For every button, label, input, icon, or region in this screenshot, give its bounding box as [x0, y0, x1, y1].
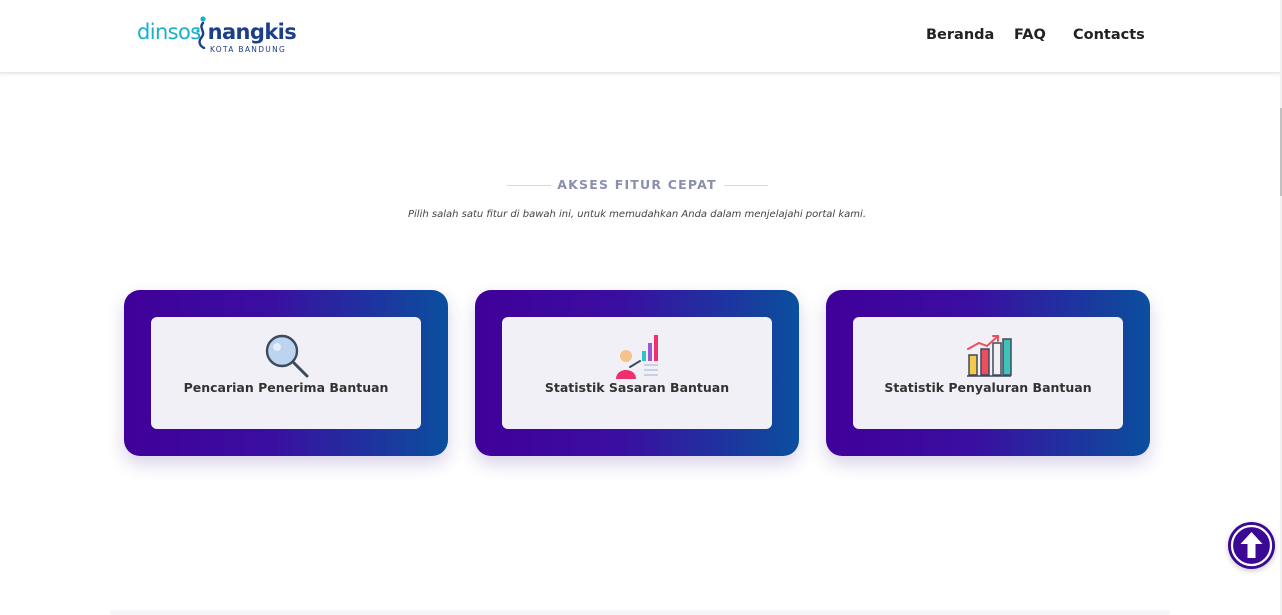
logo-subtitle: KOTA BANDUNG	[210, 45, 287, 54]
feature-card-label: Pencarian Penerima Bantuan	[183, 380, 389, 395]
statistics-person-icon	[616, 335, 658, 379]
feature-card-label: Statistik Penyaluran Bantuan	[884, 380, 1092, 395]
arrow-up-icon	[1230, 524, 1273, 567]
section-title: AKSES FITUR CEPAT	[557, 177, 717, 192]
section-subtitle: Pilih salah satu fitur di bawah ini, unt…	[407, 209, 866, 220]
main-nav: Beranda FAQ Contacts	[0, 24, 1280, 46]
footer-edge	[110, 610, 1170, 615]
magnifier-icon	[265, 334, 309, 378]
scroll-to-top-button[interactable]	[1228, 522, 1275, 569]
feature-card-statistik-penyaluran[interactable]: Statistik Penyaluran Bantuan	[826, 290, 1150, 456]
feature-card-label: Statistik Sasaran Bantuan	[544, 380, 730, 395]
feature-card-body[interactable]: Statistik Penyaluran Bantuan	[853, 317, 1123, 429]
nav-faq[interactable]: FAQ	[1014, 24, 1046, 46]
bar-chart-growth-icon	[967, 335, 1012, 377]
feature-card-body[interactable]: Statistik Sasaran Bantuan	[502, 317, 772, 429]
feature-card-statistik-sasaran[interactable]: Statistik Sasaran Bantuan	[475, 290, 799, 456]
nav-beranda[interactable]: Beranda	[926, 24, 994, 46]
feature-card-body[interactable]: Pencarian Penerima Bantuan	[151, 317, 421, 429]
nav-contacts[interactable]: Contacts	[1073, 24, 1145, 46]
feature-card-pencarian[interactable]: Pencarian Penerima Bantuan	[124, 290, 448, 456]
site-header: dinsos nangkis KOTA BANDUNG Beranda FAQ C…	[0, 0, 1280, 73]
